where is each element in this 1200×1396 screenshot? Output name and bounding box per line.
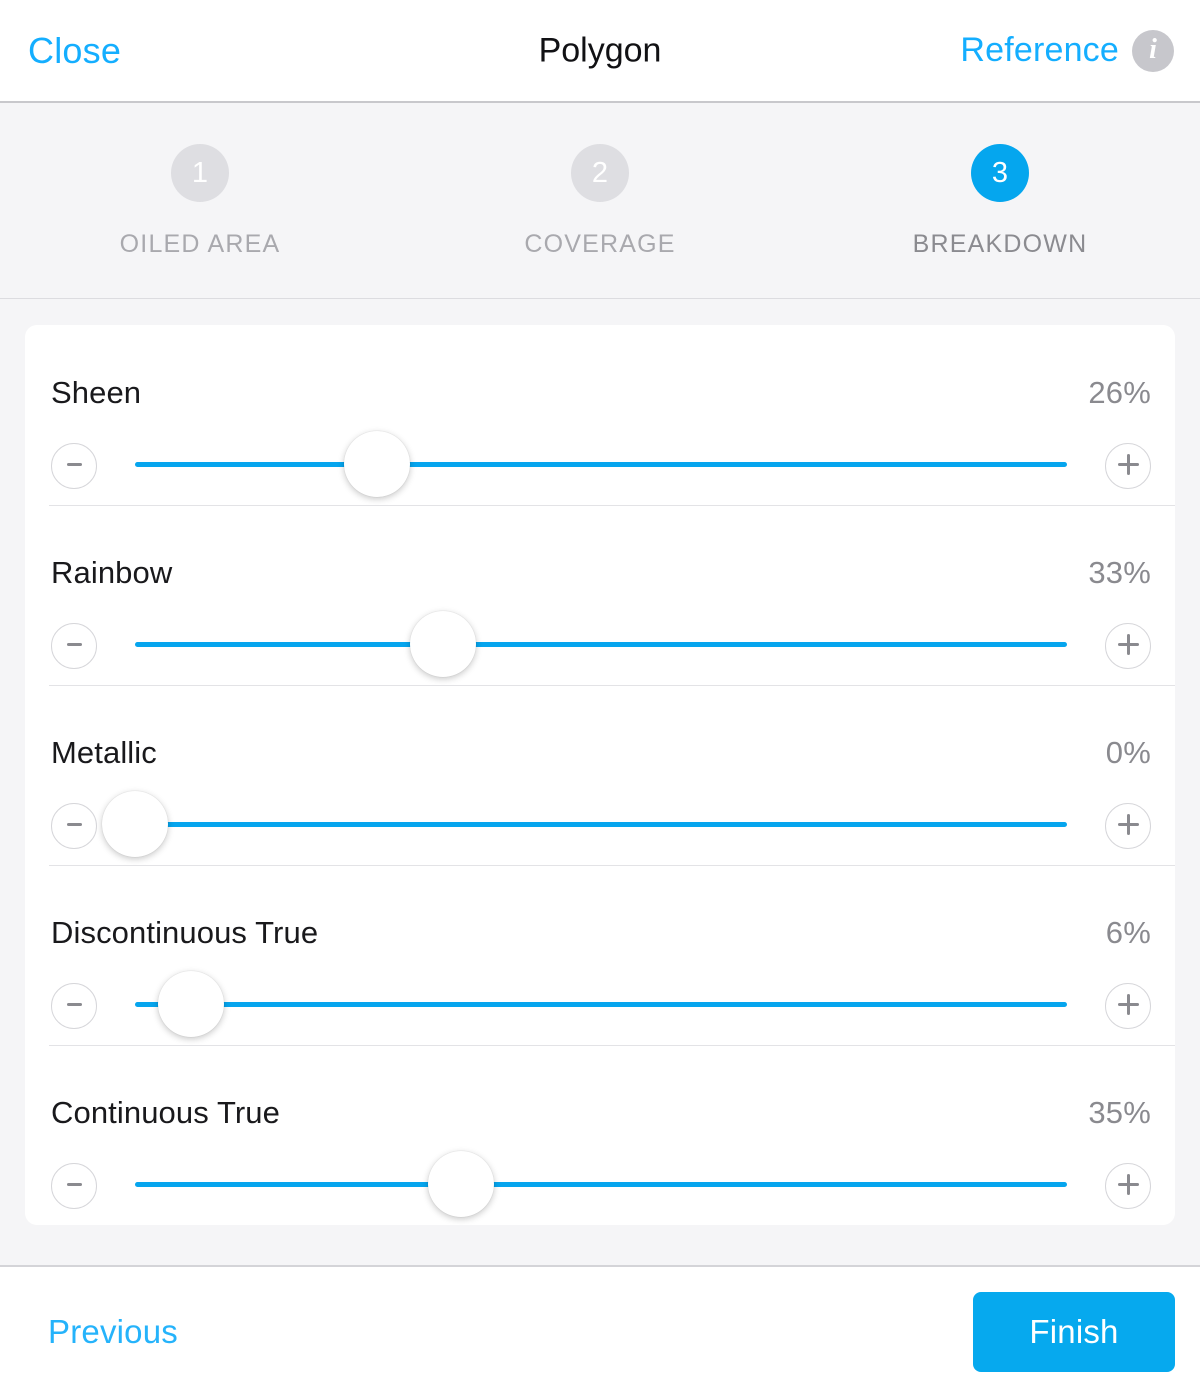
slider-thumb[interactable] bbox=[344, 431, 411, 497]
slider-track[interactable] bbox=[135, 642, 1067, 647]
slider-row: Discontinuous True 6% bbox=[25, 865, 1175, 1045]
plus-icon bbox=[1117, 994, 1139, 1015]
slider-thumb[interactable] bbox=[428, 1151, 495, 1217]
slider-label: Continuous True bbox=[51, 1095, 280, 1130]
slider-controls bbox=[51, 957, 1151, 1045]
info-icon[interactable]: i bbox=[1132, 29, 1174, 72]
slider-track[interactable] bbox=[135, 462, 1067, 467]
decrement-button[interactable] bbox=[51, 443, 97, 489]
plus-icon bbox=[1117, 634, 1139, 655]
slider-row: Sheen 26% bbox=[25, 325, 1175, 505]
slider-value: 26% bbox=[1088, 375, 1151, 410]
slider-header: Sheen 26% bbox=[51, 325, 1151, 417]
slider-row: Metallic 0% bbox=[25, 685, 1175, 865]
slider-label: Rainbow bbox=[51, 555, 173, 590]
decrement-button[interactable] bbox=[51, 803, 97, 849]
increment-button[interactable] bbox=[1105, 623, 1151, 669]
step-breakdown[interactable]: 3 BREAKDOWN bbox=[800, 144, 1200, 259]
footer-bar: Previous Finish bbox=[0, 1265, 1200, 1396]
plus-icon bbox=[1117, 454, 1139, 475]
slider-header: Continuous True 35% bbox=[51, 1045, 1151, 1137]
step-label: COVERAGE bbox=[524, 230, 676, 258]
slider-track-area[interactable] bbox=[135, 597, 1067, 685]
slider-value: 0% bbox=[1105, 735, 1151, 770]
slider-track-area[interactable] bbox=[102, 777, 1067, 865]
slider-label: Sheen bbox=[51, 375, 142, 410]
decrement-button[interactable] bbox=[51, 1163, 97, 1209]
decrement-button[interactable] bbox=[51, 623, 97, 669]
close-button[interactable]: Close bbox=[28, 30, 121, 72]
slider-value: 35% bbox=[1088, 1095, 1151, 1130]
step-number: 3 bbox=[971, 144, 1029, 202]
slider-controls bbox=[51, 417, 1151, 505]
plus-icon bbox=[1117, 1174, 1139, 1195]
reference-label: Reference bbox=[960, 31, 1119, 69]
minus-icon bbox=[66, 463, 82, 466]
slider-track[interactable] bbox=[135, 1002, 1067, 1007]
slider-track-area[interactable] bbox=[135, 417, 1067, 505]
step-oiled-area[interactable]: 1 OILED AREA bbox=[0, 144, 400, 259]
increment-button[interactable] bbox=[1105, 1163, 1151, 1209]
slider-header: Rainbow 33% bbox=[51, 505, 1151, 597]
breakdown-card: Sheen 26% Rainbow 33% Metallic 0% Discon… bbox=[25, 325, 1175, 1225]
decrement-button[interactable] bbox=[51, 983, 97, 1029]
increment-button[interactable] bbox=[1105, 983, 1151, 1029]
minus-icon bbox=[66, 1183, 82, 1186]
previous-button[interactable]: Previous bbox=[48, 1313, 178, 1351]
slider-track[interactable] bbox=[135, 1182, 1067, 1187]
slider-label: Discontinuous True bbox=[51, 915, 319, 950]
slider-value: 6% bbox=[1105, 915, 1151, 950]
finish-button[interactable]: Finish bbox=[973, 1291, 1175, 1372]
polygon-breakdown-screen: Close Polygon Reference i 1 OILED AREA 2… bbox=[0, 0, 1200, 1396]
step-coverage[interactable]: 2 COVERAGE bbox=[400, 144, 800, 259]
reference-button[interactable]: Reference i bbox=[960, 29, 1174, 72]
slider-controls bbox=[51, 777, 1151, 865]
minus-icon bbox=[66, 823, 82, 826]
header-bar: Close Polygon Reference i bbox=[0, 0, 1200, 103]
slider-value: 33% bbox=[1088, 555, 1151, 590]
step-label: BREAKDOWN bbox=[912, 230, 1088, 258]
slider-header: Metallic 0% bbox=[51, 685, 1151, 777]
content-area: Sheen 26% Rainbow 33% Metallic 0% Discon… bbox=[0, 299, 1200, 1265]
plus-icon bbox=[1117, 814, 1139, 835]
slider-controls bbox=[51, 597, 1151, 685]
page-title: Polygon bbox=[538, 31, 662, 69]
slider-track-area[interactable] bbox=[135, 1137, 1067, 1225]
minus-icon bbox=[66, 643, 82, 646]
increment-button[interactable] bbox=[1105, 443, 1151, 489]
step-label: OILED AREA bbox=[119, 230, 281, 258]
slider-label: Metallic bbox=[51, 735, 157, 770]
slider-track[interactable] bbox=[135, 822, 1067, 827]
slider-thumb[interactable] bbox=[157, 971, 224, 1037]
slider-controls bbox=[51, 1137, 1151, 1225]
increment-button[interactable] bbox=[1105, 803, 1151, 849]
step-number: 2 bbox=[571, 144, 629, 202]
minus-icon bbox=[66, 1003, 82, 1006]
slider-header: Discontinuous True 6% bbox=[51, 865, 1151, 957]
slider-row: Continuous True 35% bbox=[25, 1045, 1175, 1225]
slider-thumb[interactable] bbox=[102, 791, 168, 857]
step-number: 1 bbox=[171, 144, 229, 202]
slider-track-area[interactable] bbox=[135, 957, 1067, 1045]
slider-thumb[interactable] bbox=[409, 611, 476, 677]
slider-row: Rainbow 33% bbox=[25, 505, 1175, 685]
wizard-stepper: 1 OILED AREA 2 COVERAGE 3 BREAKDOWN bbox=[0, 103, 1200, 299]
